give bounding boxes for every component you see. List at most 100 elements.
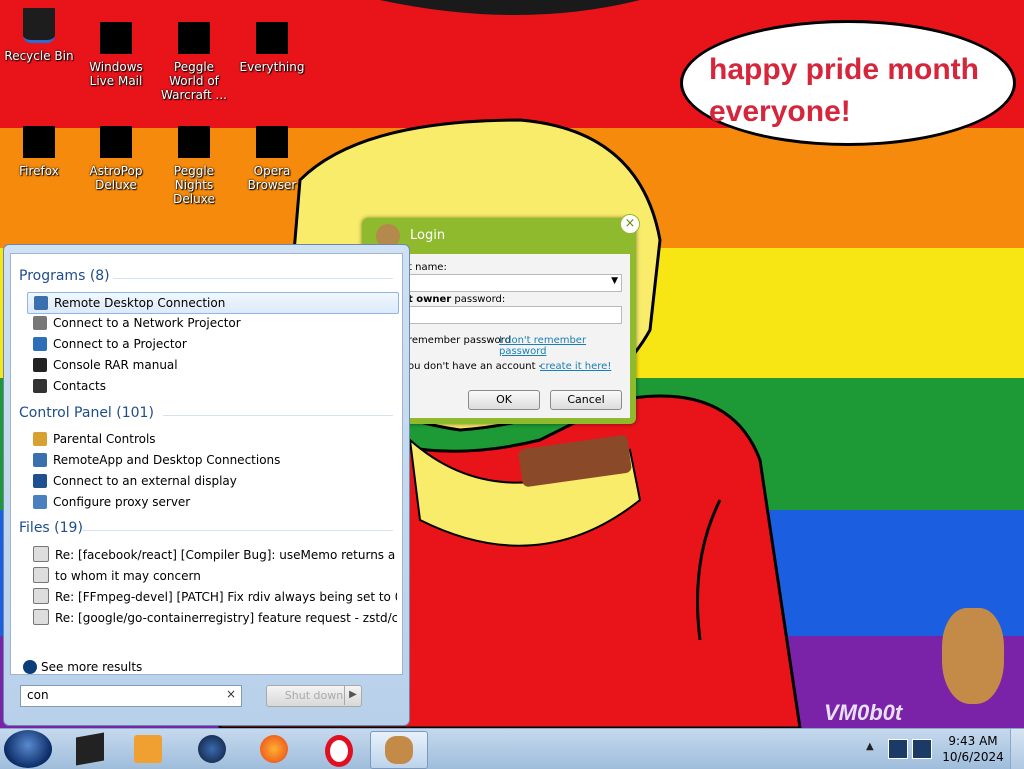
show-desktop-button[interactable] — [1010, 729, 1024, 769]
search-globe-icon — [23, 660, 37, 674]
hamster-app-icon — [385, 736, 413, 764]
projector-icon — [33, 337, 47, 351]
desktop-icon-label: Opera Browser — [247, 164, 297, 192]
close-icon[interactable]: × — [620, 214, 640, 234]
result-network-projector[interactable]: Connect to a Network Projector — [27, 313, 397, 333]
password-label: t owner password: — [408, 294, 506, 305]
media-center-icon — [134, 735, 162, 763]
remoteapp-icon — [33, 453, 47, 467]
desktop-icon-label: Peggle Nights Deluxe — [173, 164, 215, 206]
desktop-icon-firefox[interactable]: Firefox — [1, 126, 77, 178]
network-projector-icon — [33, 316, 47, 330]
peggle-wow-icon — [178, 22, 210, 54]
result-file[interactable]: Re: [facebook/react] [Compiler Bug]: use… — [27, 545, 397, 565]
desktop-icon-astropop[interactable]: AstroPop Deluxe — [78, 126, 154, 192]
taskbar-opera[interactable] — [308, 731, 364, 767]
create-account-link[interactable]: create it here! — [540, 361, 611, 372]
user-name-dropdown[interactable]: ▼ — [408, 274, 622, 292]
mail-icon — [33, 588, 49, 604]
desktop-icon-label: Peggle World of Warcraft ... — [161, 60, 227, 102]
shutdown-options-arrow[interactable]: ▶ — [344, 685, 361, 705]
proxy-server-icon — [33, 495, 47, 509]
mail-icon — [33, 609, 49, 625]
result-proxy-server[interactable]: Configure proxy server — [27, 492, 397, 512]
speech-bubble-text: happy pride month everyone! — [709, 53, 979, 128]
taskbar-hamster-app[interactable] — [370, 731, 428, 769]
see-more-results[interactable]: See more results — [23, 660, 142, 674]
files-header: Files (19) — [19, 520, 83, 536]
contacts-icon — [33, 379, 47, 393]
opera-icon — [325, 735, 353, 767]
result-file[interactable]: Re: [FFmpeg-devel] [PATCH] Fix rdiv alwa… — [27, 587, 397, 607]
astropop-icon — [100, 126, 132, 158]
media-player-icon — [76, 732, 104, 766]
steam-icon — [198, 735, 226, 763]
result-contacts[interactable]: Contacts — [27, 376, 397, 396]
desktop-icon-label: Windows Live Mail — [89, 60, 143, 88]
taskbar-steam[interactable] — [184, 731, 240, 767]
desktop-icon-label: AstroPop Deluxe — [89, 164, 143, 192]
speech-bubble: happy pride month everyone! — [680, 20, 1016, 146]
password-field[interactable] — [408, 306, 622, 324]
ok-button[interactable]: OK — [468, 390, 540, 410]
everything-icon — [256, 22, 288, 54]
mail-icon — [33, 546, 49, 562]
show-hidden-icons[interactable]: ▲ — [866, 741, 874, 752]
result-parental-controls[interactable]: Parental Controls — [27, 429, 397, 449]
start-menu: Programs (8) Remote Desktop Connection C… — [3, 244, 410, 726]
external-display-icon — [33, 474, 47, 488]
volume-icon[interactable] — [912, 739, 932, 759]
desktop-icon-everything[interactable]: Everything — [234, 22, 310, 74]
desktop-icon-label: Recycle Bin — [4, 49, 74, 63]
clock-date: 10/6/2024 — [942, 750, 1004, 764]
remember-password-label[interactable]: remember password — [408, 335, 511, 346]
taskbar-media-center[interactable] — [120, 731, 176, 767]
desktop-icon-label: Firefox — [19, 164, 59, 178]
no-account-text: ou don't have an account - — [408, 361, 543, 372]
recycle-bin-icon — [23, 8, 55, 43]
taskbar-firefox[interactable] — [246, 731, 302, 767]
login-title: Login — [410, 228, 446, 243]
taskbar: ▲ 9:43 AM 10/6/2024 — [0, 728, 1024, 769]
divider — [163, 415, 393, 416]
desktop-icon-opera[interactable]: Opera Browser — [234, 126, 310, 192]
clock-time: 9:43 AM — [948, 734, 998, 748]
mail-icon — [33, 567, 49, 583]
clock[interactable]: 9:43 AM 10/6/2024 — [940, 733, 1006, 765]
desktop-icon-windows-live-mail[interactable]: Windows Live Mail — [78, 22, 154, 88]
result-remoteapp[interactable]: RemoteApp and Desktop Connections — [27, 450, 397, 470]
cancel-button[interactable]: Cancel — [550, 390, 622, 410]
firefox-icon — [260, 735, 288, 763]
network-icon[interactable] — [888, 739, 908, 759]
opera-icon — [256, 126, 288, 158]
clear-search-icon[interactable]: × — [226, 687, 236, 701]
control-panel-header: Control Panel (101) — [19, 405, 154, 421]
peggle-nights-icon — [178, 126, 210, 158]
result-rar-manual[interactable]: Console RAR manual — [27, 355, 397, 375]
taskbar-media-player[interactable] — [62, 731, 118, 767]
vm-watermark: VM0b0t — [824, 700, 903, 725]
windows-live-mail-icon — [100, 22, 132, 54]
search-input[interactable]: con × — [20, 685, 242, 707]
chevron-down-icon: ▼ — [611, 276, 618, 286]
rar-manual-icon — [33, 358, 47, 372]
start-orb[interactable] — [4, 730, 52, 768]
result-file[interactable]: Re: [google/go-containerregistry] featur… — [27, 608, 397, 628]
remote-desktop-icon — [34, 296, 48, 310]
desktop-icon-label: Everything — [239, 60, 305, 74]
desktop-icon-peggle-nights[interactable]: Peggle Nights Deluxe — [156, 126, 232, 206]
desktop-icon-recycle-bin[interactable]: Recycle Bin — [1, 8, 77, 63]
user-name-label: t name: — [408, 262, 447, 273]
desktop-icon-peggle-wow[interactable]: Peggle World of Warcraft ... — [156, 22, 232, 102]
divider — [81, 530, 393, 531]
result-remote-desktop-connection[interactable]: Remote Desktop Connection — [27, 292, 399, 314]
result-external-display[interactable]: Connect to an external display — [27, 471, 397, 491]
parental-controls-icon — [33, 432, 47, 446]
search-input-value: con — [27, 688, 49, 702]
forgot-password-link[interactable]: I don't remember password — [499, 335, 630, 357]
firefox-icon — [23, 126, 55, 158]
result-projector[interactable]: Connect to a Projector — [27, 334, 397, 354]
divider — [113, 278, 393, 279]
programs-header: Programs (8) — [19, 268, 110, 284]
result-file[interactable]: to whom it may concern — [27, 566, 397, 586]
